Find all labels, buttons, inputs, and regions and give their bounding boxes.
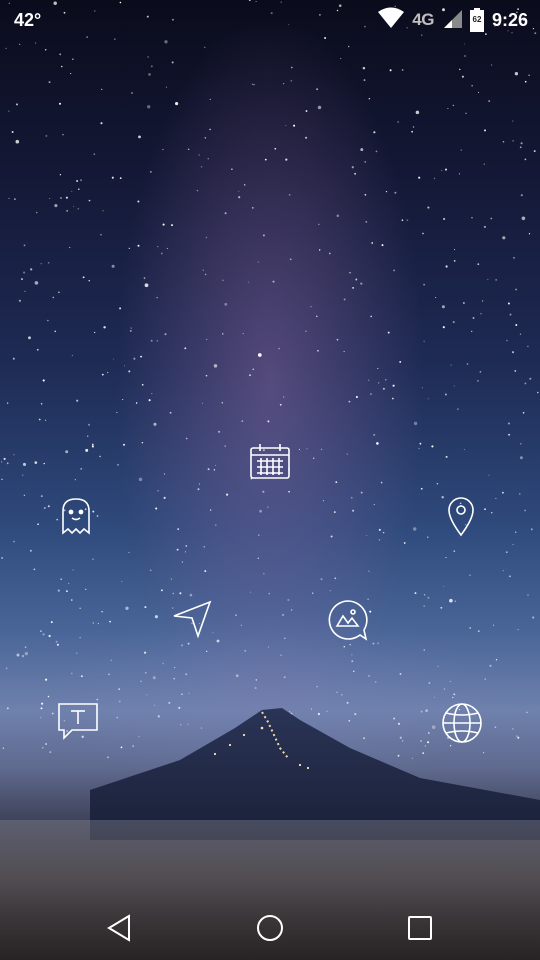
ghost-icon[interactable] [50, 489, 102, 541]
network-type-label: 4G [412, 10, 434, 29]
status-bar: 42° 4G 62 9:26 [0, 0, 540, 40]
back-triangle-icon[interactable] [100, 908, 140, 948]
home-circle-icon[interactable] [250, 908, 290, 948]
battery-percentage: 62 [472, 15, 482, 24]
location-pin-icon[interactable] [435, 489, 487, 541]
weather-temperature: 42° [14, 10, 42, 30]
globe-icon[interactable] [436, 697, 488, 749]
image-message-icon[interactable] [322, 594, 374, 646]
signal-icon [442, 8, 462, 33]
navigation-bar [0, 896, 540, 960]
home-screen: 42° 4G 62 9:26 [0, 0, 540, 960]
send-arrow-icon[interactable] [166, 592, 218, 644]
text-message-icon[interactable] [52, 696, 104, 748]
calendar-icon[interactable] [244, 436, 296, 488]
clock-time: 9:26 [491, 9, 528, 30]
battery-icon: 62 [469, 8, 484, 32]
wifi-icon [378, 7, 405, 34]
recents-square-icon[interactable] [400, 908, 440, 948]
